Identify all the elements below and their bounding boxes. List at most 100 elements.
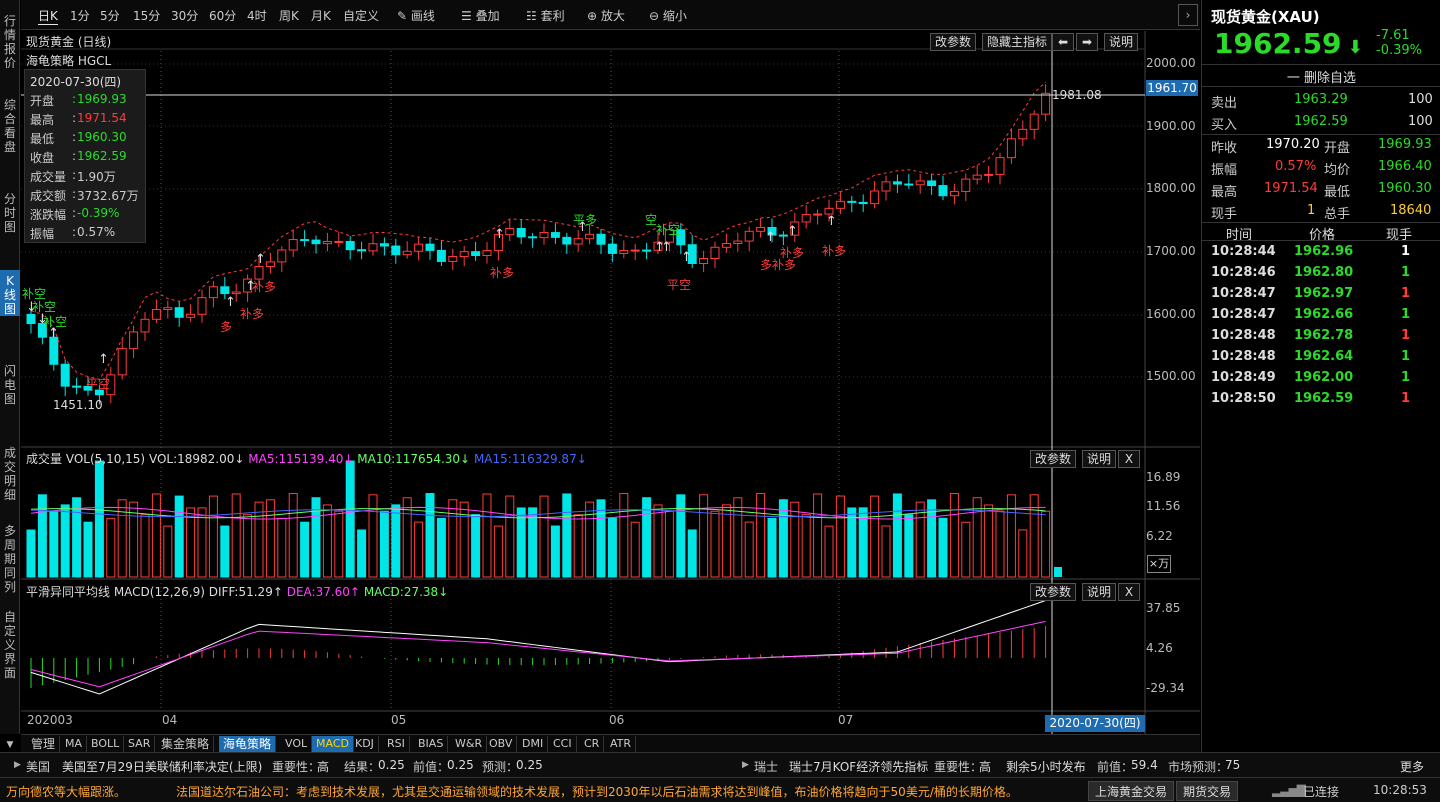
- futures-trade-button[interactable]: 期货交易: [1176, 781, 1239, 801]
- period-1min[interactable]: 1分: [70, 7, 90, 24]
- candle-body: [277, 249, 287, 263]
- vol-y-tick: 16.89: [1146, 470, 1181, 484]
- volume-explain-button[interactable]: 说明: [1082, 450, 1117, 468]
- tab-jijin-strategy[interactable]: 集金策略: [157, 736, 215, 752]
- zoom-out-button[interactable]: ⊖ 缩小: [649, 7, 687, 24]
- tab-wr[interactable]: W&R: [451, 736, 488, 752]
- x-tick: 07: [838, 713, 854, 727]
- tab-obv[interactable]: OBV: [485, 736, 518, 752]
- volume-bar: [83, 521, 93, 578]
- ticker-event2[interactable]: 瑞士7月KOF经济领先指标: [789, 758, 928, 775]
- trade-qty: 1: [1401, 328, 1411, 343]
- tab-vol[interactable]: VOL: [281, 736, 313, 752]
- period-week[interactable]: 周K: [279, 7, 299, 24]
- trade-price: 1962.66: [1294, 307, 1354, 322]
- news-item[interactable]: 法国道达尔石油公司：考虑到技术发展，尤其是交通运输领域的技术发展，预计到2030…: [176, 783, 1018, 800]
- arbitrage-button[interactable]: ☷ 套利: [526, 7, 565, 24]
- nav-custom[interactable]: 自定义界面: [0, 610, 20, 680]
- macd-explain-button[interactable]: 说明: [1082, 583, 1117, 601]
- tab-cci[interactable]: CCI: [549, 736, 577, 752]
- candle-body: [995, 157, 1005, 175]
- volume-edit-params-button[interactable]: 改参数: [1030, 450, 1077, 468]
- play-icon[interactable]: ▶: [742, 760, 749, 770]
- arrow-left-icon[interactable]: ⬅: [1052, 33, 1074, 51]
- ticker-prev-label2: 前值：: [1097, 760, 1134, 774]
- period-day[interactable]: 日K: [38, 7, 58, 25]
- period-30min[interactable]: 30分: [171, 7, 198, 24]
- news-item[interactable]: 万向德农等大幅跟涨。: [6, 783, 126, 800]
- delete-watchlist-button[interactable]: 一 删除自选: [1202, 67, 1440, 86]
- tab-atr[interactable]: ATR: [606, 736, 637, 752]
- kline-chart[interactable]: ↓↓↑↑↑↑↑↑ ↑↑↑↑↑ ↑↑: [21, 31, 1200, 734]
- period-15min[interactable]: 15分: [133, 7, 160, 24]
- period-5min[interactable]: 5分: [100, 7, 120, 24]
- macd-close-icon[interactable]: X: [1118, 583, 1140, 601]
- period-60min[interactable]: 60分: [209, 7, 236, 24]
- period-month[interactable]: 月K: [311, 7, 331, 24]
- macd-edit-params-button[interactable]: 改参数: [1030, 583, 1077, 601]
- volume-bar: [767, 517, 777, 578]
- volume-bar: [220, 525, 230, 578]
- nav-kline[interactable]: K线图: [0, 270, 20, 316]
- candle-body: [539, 232, 549, 239]
- volume-bar: [596, 499, 606, 578]
- candle-body: [505, 227, 515, 236]
- ticker-event1[interactable]: 美国至7月29日美联储利率决定(上限): [62, 758, 262, 775]
- nav-collapse-icon[interactable]: ▼: [0, 738, 20, 752]
- nav-multiperiod[interactable]: 多周期同列: [0, 524, 20, 594]
- candle-body: [1006, 138, 1016, 159]
- draw-line-button[interactable]: ✎ 画线: [397, 7, 435, 24]
- volume-close-icon[interactable]: X: [1118, 450, 1140, 468]
- quote-change-pct: -0.39%: [1376, 43, 1422, 58]
- x-tick: 06: [609, 713, 625, 727]
- hide-main-indicator-button[interactable]: 隐藏主指标: [982, 33, 1053, 51]
- tab-sar[interactable]: SAR: [124, 736, 156, 752]
- ticker-prev-label1: 前值：: [413, 760, 450, 774]
- amp-value: 0.57%: [1275, 159, 1317, 174]
- period-custom[interactable]: 自定义: [343, 7, 379, 24]
- tab-turtle-strategy[interactable]: 海龟策略: [219, 736, 277, 752]
- tab-ma[interactable]: MA: [61, 736, 88, 752]
- nav-quotes[interactable]: 行情报价: [0, 14, 20, 84]
- volume-bar: [835, 495, 845, 578]
- volume-bar: [208, 495, 218, 578]
- volume-bar: [813, 493, 823, 578]
- edit-params-button[interactable]: 改参数: [930, 33, 977, 51]
- y-tick: 2000.00: [1146, 56, 1196, 70]
- signal-arrow: ↑: [255, 252, 266, 267]
- cur-hand-value: 1: [1307, 203, 1316, 218]
- tab-macd[interactable]: MACD: [312, 736, 354, 752]
- candle-body: [425, 243, 435, 251]
- tab-cr[interactable]: CR: [580, 736, 605, 752]
- explain-button[interactable]: 说明: [1104, 33, 1139, 51]
- tab-bias[interactable]: BIAS: [414, 736, 449, 752]
- volume-bar: [710, 510, 720, 578]
- chevron-right-icon[interactable]: ›: [1178, 4, 1198, 26]
- period-4h[interactable]: 4时: [247, 7, 267, 24]
- info-high-label: 最高: [30, 113, 55, 127]
- overlay-button[interactable]: ☰ 叠加: [461, 7, 500, 24]
- nav-trades[interactable]: 成交明细: [0, 446, 20, 502]
- zoom-in-button[interactable]: ⊕ 放大: [587, 7, 625, 24]
- candle-body: [870, 190, 880, 205]
- play-icon[interactable]: ▶: [14, 760, 21, 770]
- nav-overview[interactable]: 综合看盘: [0, 98, 20, 158]
- more-link[interactable]: 更多: [1400, 758, 1424, 775]
- tab-boll[interactable]: BOLL: [87, 736, 125, 752]
- tab-kdj[interactable]: KDJ: [351, 736, 379, 752]
- tab-dmi[interactable]: DMI: [518, 736, 549, 752]
- zoom-in-icon: ⊕: [587, 9, 598, 23]
- volume-bar: [676, 494, 686, 578]
- shanghai-gold-button[interactable]: 上海黄金交易: [1088, 781, 1175, 801]
- nav-flash[interactable]: 闪电图: [0, 364, 20, 408]
- arrow-right-icon[interactable]: ➡: [1076, 33, 1098, 51]
- nav-timeshare[interactable]: 分时图: [0, 192, 20, 236]
- tab-rsi[interactable]: RSI: [383, 736, 410, 752]
- signal-arrow: ↑: [787, 224, 798, 239]
- info-vol-value: 1.90万: [77, 170, 116, 184]
- tab-manage[interactable]: 管理: [27, 736, 61, 752]
- volume-bar: [391, 504, 401, 578]
- candle-body: [528, 236, 538, 239]
- candle-body: [129, 331, 139, 350]
- prev-close-value: 1970.20: [1266, 137, 1320, 152]
